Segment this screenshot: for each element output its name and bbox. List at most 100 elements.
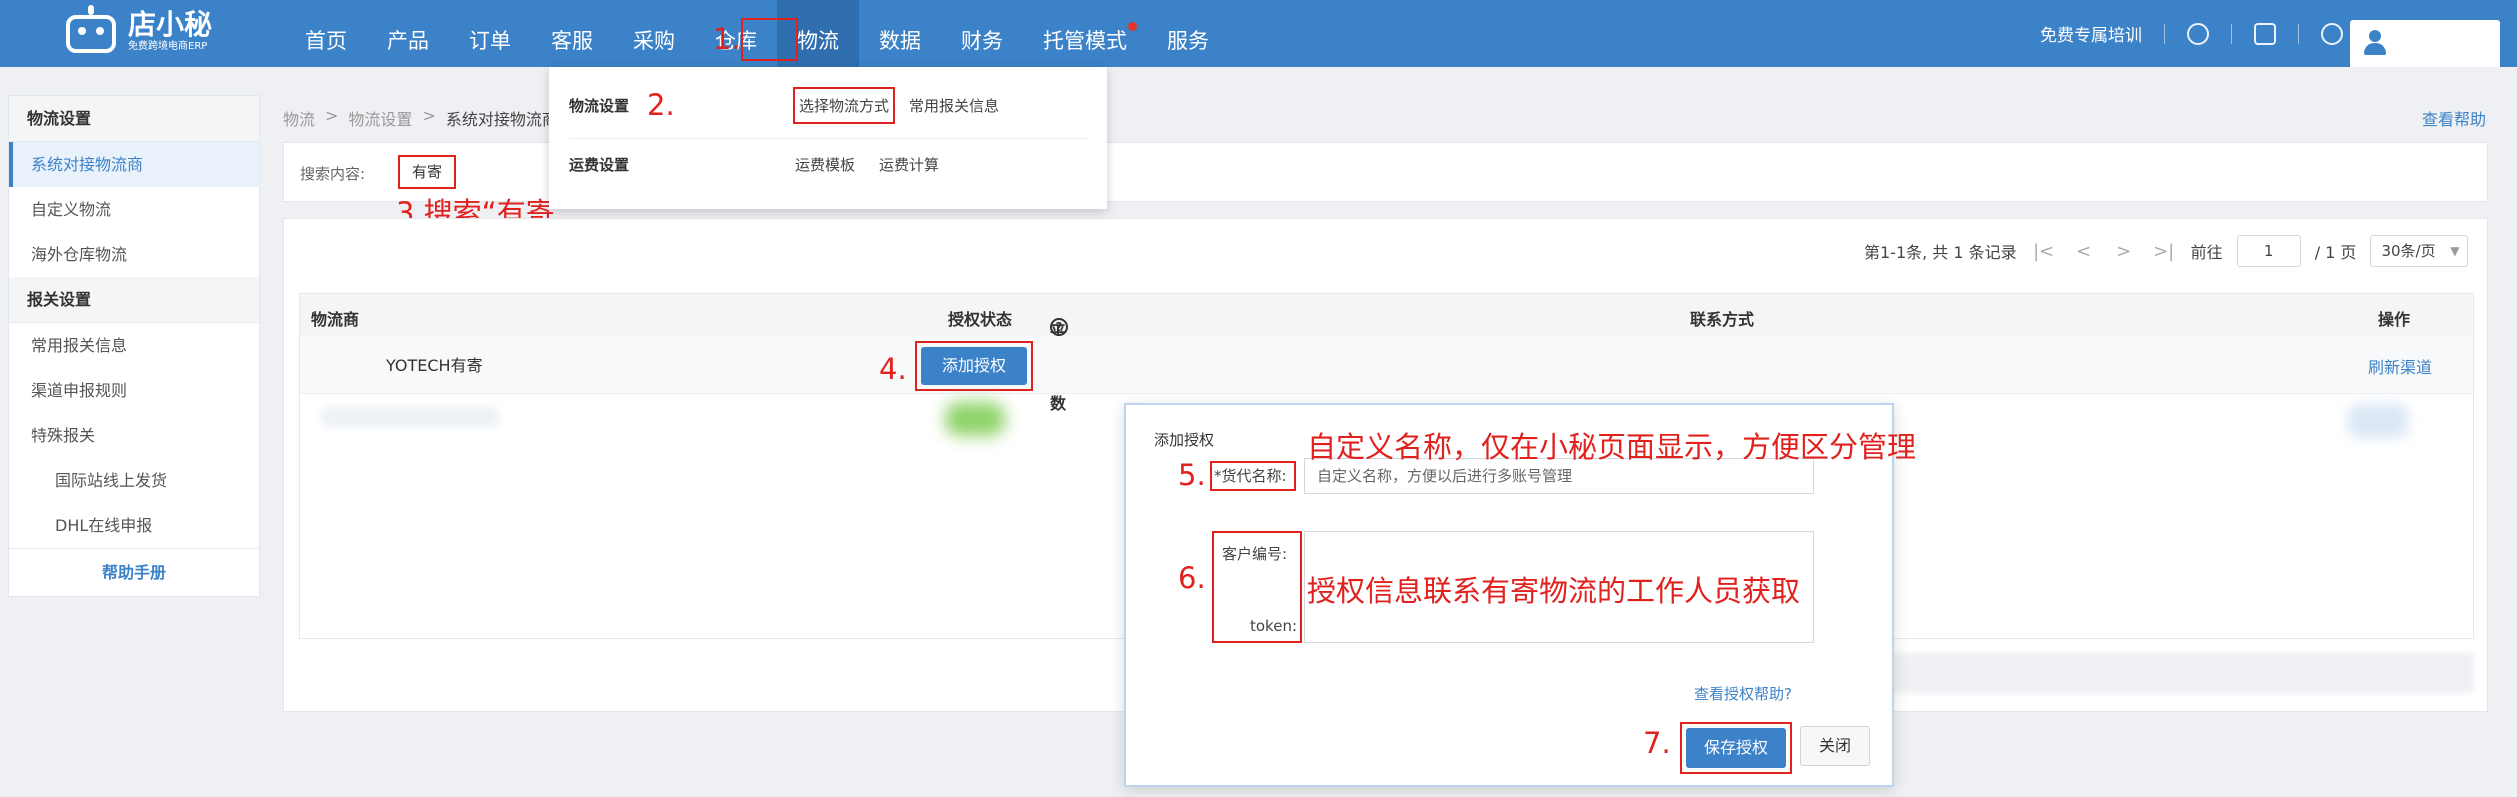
sidebar-item-intl-shipping[interactable]: 国际站线上发货: [9, 458, 259, 503]
divider: [2231, 23, 2232, 44]
highlight-nav-logistics: [741, 18, 798, 61]
customer-id-label: 客户编号:: [1222, 545, 1288, 563]
question-icon[interactable]: ?: [1050, 318, 1068, 336]
page-size-select[interactable]: 30条/页 ▼: [2370, 235, 2469, 267]
annotation-step-2: 2.: [647, 88, 675, 122]
blurred-content: [320, 406, 500, 428]
menu-row-freight-settings: 运费设置 运费模板 运费计算: [569, 144, 963, 184]
save-auth-button[interactable]: 保存授权: [1686, 728, 1786, 768]
sidebar-item-channel-rules[interactable]: 渠道申报规则: [9, 368, 259, 413]
pagination: 第1-1条, 共 1 条记录 |< < > >| 前往 1 / 1 页 30条/…: [1864, 233, 2469, 269]
last-page-button[interactable]: >|: [2151, 241, 2177, 262]
sidebar-item-system-carriers[interactable]: 系统对接物流商: [9, 142, 259, 187]
menu-item-freight-template[interactable]: 运费模板: [795, 154, 855, 175]
menu-item-customs-info[interactable]: 常用报关信息: [909, 95, 999, 116]
sidebar-group-customs: 报关设置: [9, 277, 259, 323]
search-label: 搜索内容:: [300, 165, 366, 183]
help-manual-link[interactable]: 帮助手册: [9, 548, 259, 598]
col-operations: 操作: [2378, 310, 2411, 329]
col-contact: 联系方式: [1690, 310, 1755, 329]
breadcrumb-sep: >: [422, 106, 436, 125]
divider: [2298, 23, 2299, 44]
blurred-action: [2348, 404, 2408, 438]
logistics-dropdown-menu: 物流设置 选择物流方式 常用报关信息 运费设置 运费模板 运费计算: [549, 67, 1107, 209]
robot-logo-icon: [62, 5, 120, 57]
annotation-step-5: 5.: [1178, 458, 1206, 492]
page-number-input[interactable]: 1: [2236, 235, 2301, 267]
refresh-channel-link[interactable]: 刷新渠道: [2368, 354, 2432, 378]
logo[interactable]: 店小秘 免费跨境电商ERP: [62, 5, 212, 57]
prev-page-button[interactable]: <: [2071, 241, 2097, 262]
nav-orders[interactable]: 订单: [449, 0, 531, 67]
sidebar: 物流设置 系统对接物流商 自定义物流 海外仓库物流 报关设置 常用报关信息 渠道…: [8, 95, 260, 597]
nav-service[interactable]: 客服: [531, 0, 613, 67]
bell-icon[interactable]: [2321, 22, 2343, 45]
highlight-save: 保存授权: [1680, 722, 1792, 774]
goto-label: 前往: [2190, 243, 2223, 262]
carrier-name: YOTECH有寄: [386, 356, 483, 375]
annotation-note-6: 授权信息联系有寄物流的工作人员获取: [1307, 574, 1801, 608]
headset-icon[interactable]: [2187, 22, 2209, 45]
annotation-step-1: 1.: [713, 22, 741, 56]
pager-summary: 第1-1条, 共 1 条记录: [1864, 243, 2017, 262]
total-pages: / 1 页: [2314, 243, 2357, 262]
auth-fields-label-box: 客户编号: token:: [1212, 531, 1302, 643]
menu-head-freight-settings: 运费设置: [569, 155, 630, 174]
chevron-down-icon: ▼: [2450, 244, 2460, 258]
nav-purchase[interactable]: 采购: [613, 0, 695, 67]
annotation-step-7: 7.: [1643, 726, 1671, 760]
sidebar-item-dhl-declare[interactable]: DHL在线申报: [9, 503, 259, 548]
menu-divider: [569, 138, 1089, 139]
sidebar-group-logistics: 物流设置: [9, 96, 259, 142]
blurred-status: [945, 402, 1005, 436]
close-button[interactable]: 关闭: [1800, 726, 1870, 766]
top-right-tools: 免费专属培训: [2040, 0, 2343, 67]
add-auth-button[interactable]: 添加授权: [921, 347, 1027, 385]
free-training-link[interactable]: 免费专属培训: [2040, 21, 2142, 46]
token-label: token:: [1250, 617, 1297, 635]
menu-item-select-logistics[interactable]: 选择物流方式: [793, 86, 896, 124]
col-carrier: 物流商: [311, 310, 360, 329]
table-header: 物流商 授权状态 平台参数 ? 联系方式 操作: [300, 294, 2473, 413]
nav-home[interactable]: 首页: [285, 0, 367, 67]
alias-label: *货代名称:: [1210, 461, 1296, 491]
nav-data[interactable]: 数据: [859, 0, 941, 67]
blurred-footer: [1884, 653, 2474, 693]
view-help-link[interactable]: 查看帮助: [2422, 106, 2486, 130]
divider: [2164, 23, 2165, 44]
highlight-add-auth: 添加授权: [915, 341, 1033, 391]
sidebar-item-special-customs[interactable]: 特殊报关: [9, 413, 259, 458]
sidebar-item-customs-info[interactable]: 常用报关信息: [9, 323, 259, 368]
next-page-button[interactable]: >: [2111, 241, 2137, 262]
annotation-step-4: 4.: [879, 352, 907, 386]
col-auth-status: 授权状态: [948, 310, 1013, 329]
auth-help-link[interactable]: 查看授权帮助?: [1694, 683, 1792, 704]
first-page-button[interactable]: |<: [2031, 241, 2057, 262]
table-row: YOTECH有寄 添加授权 刷新渠道: [300, 336, 2473, 394]
search-input[interactable]: 有寄: [398, 155, 456, 189]
top-nav: 店小秘 免费跨境电商ERP 首页 产品 订单 客服 采购 仓库 物流 数据 财务…: [0, 0, 2517, 67]
breadcrumb: 物流 > 物流设置 > 系统对接物流商: [283, 106, 558, 130]
nav-managed-mode[interactable]: 托管模式: [1023, 0, 1147, 67]
user-menu[interactable]: [2350, 20, 2500, 67]
book-icon[interactable]: [2254, 22, 2276, 45]
user-avatar-icon: [2362, 30, 2388, 56]
breadcrumb-logistics[interactable]: 物流: [283, 106, 315, 130]
breadcrumb-current: 系统对接物流商: [445, 110, 558, 129]
menu-item-freight-calc[interactable]: 运费计算: [879, 154, 939, 175]
notification-dot: [1128, 22, 1137, 31]
nav-services[interactable]: 服务: [1147, 0, 1229, 67]
breadcrumb-sep: >: [325, 106, 339, 125]
menu-row-logistics-settings: 物流设置 选择物流方式 常用报关信息: [569, 85, 1023, 125]
nav-products[interactable]: 产品: [367, 0, 449, 67]
page-size-value: 30条/页: [2381, 242, 2436, 260]
breadcrumb-settings[interactable]: 物流设置: [348, 106, 412, 130]
sidebar-item-custom-logistics[interactable]: 自定义物流: [9, 187, 259, 232]
nav-finance[interactable]: 财务: [941, 0, 1023, 67]
sidebar-item-overseas-warehouse[interactable]: 海外仓库物流: [9, 232, 259, 277]
dialog-title: 添加授权: [1154, 431, 1215, 449]
nav-managed-mode-label: 托管模式: [1043, 29, 1127, 53]
annotation-step-6: 6.: [1178, 561, 1206, 595]
annotation-note-5: 自定义名称，仅在小秘页面显示，方便区分管理: [1307, 430, 1917, 464]
logo-name: 店小秘: [128, 8, 213, 41]
